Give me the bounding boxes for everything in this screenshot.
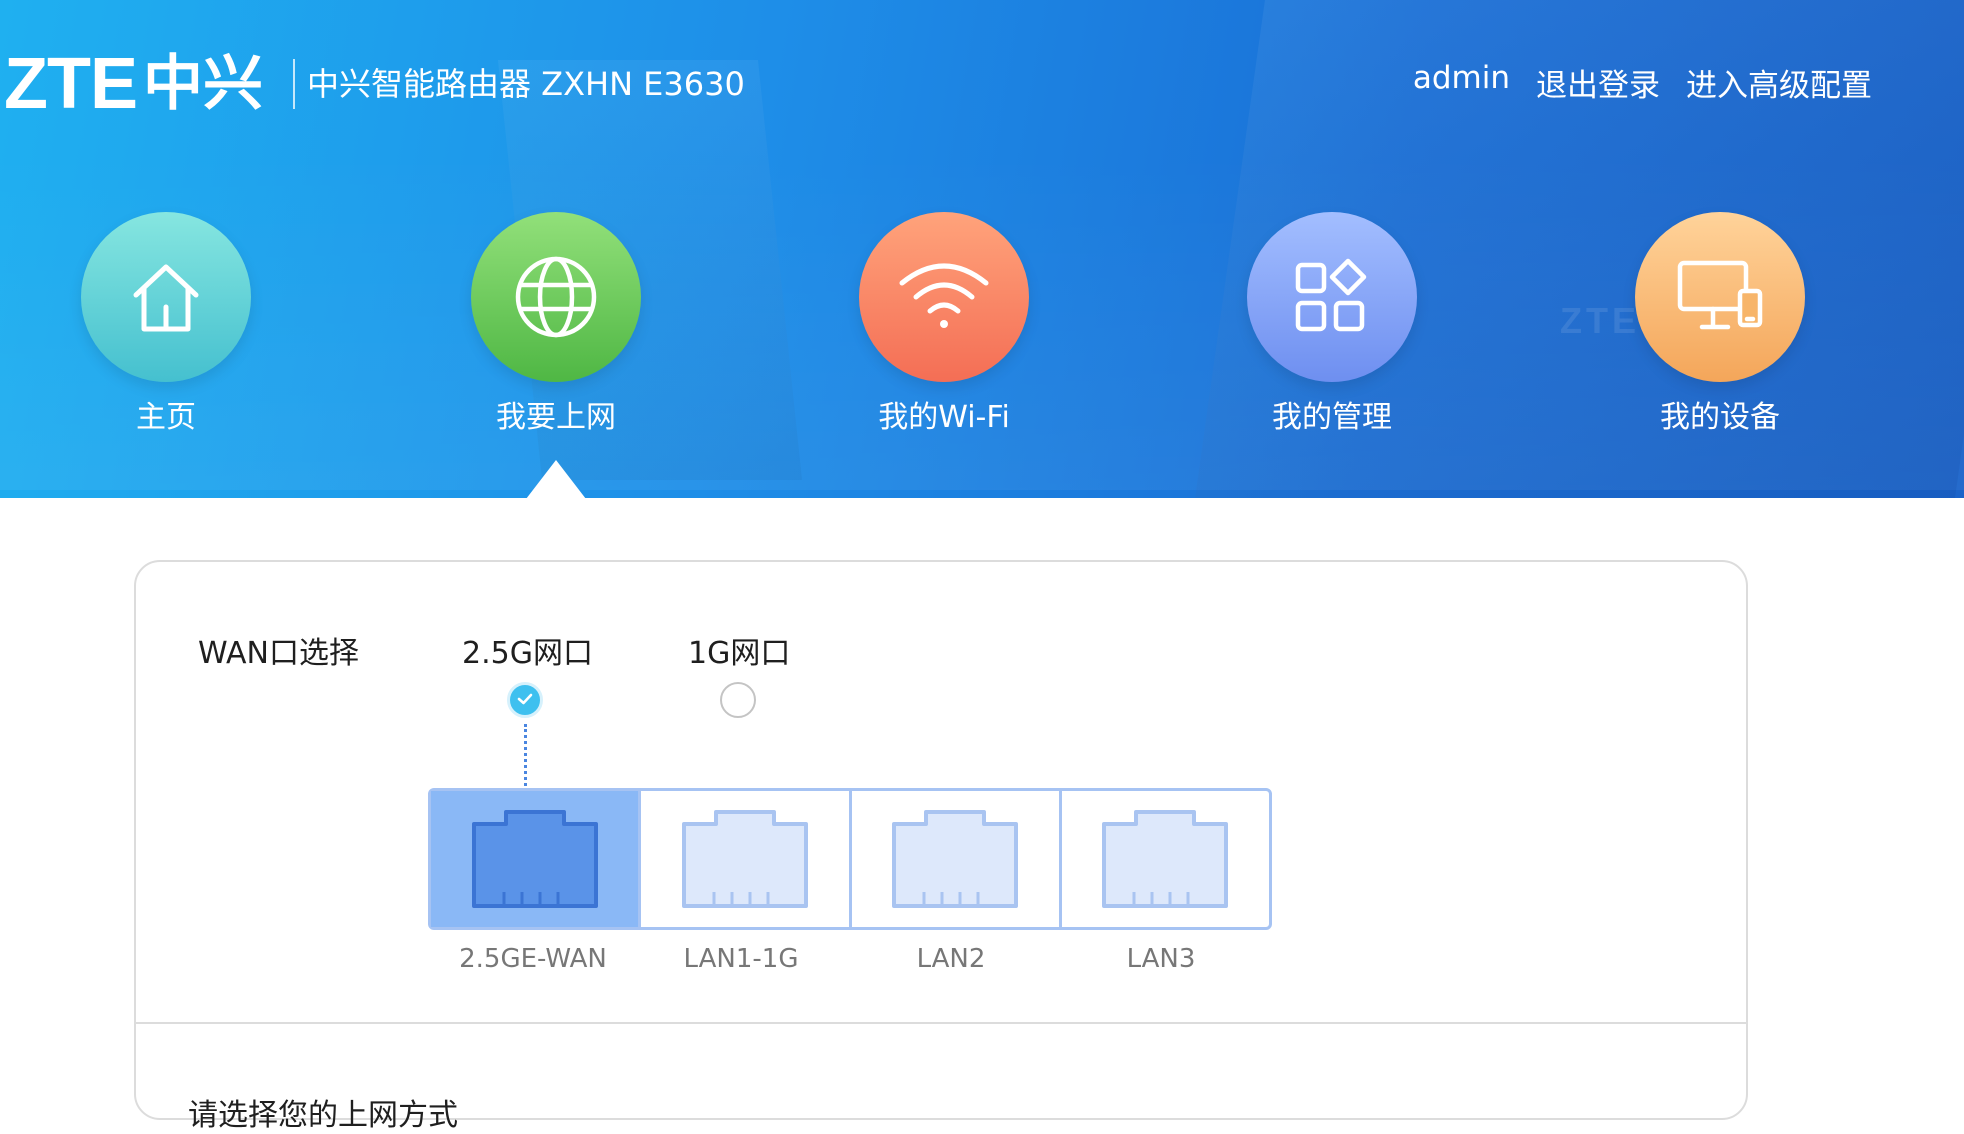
port-lan3[interactable] [1058,791,1269,927]
wan-1g-radio[interactable] [720,682,756,718]
port-label: LAN2 [916,944,986,974]
port-label: LAN3 [1126,944,1196,974]
menu-label: 我要上网 [496,400,616,435]
user-link[interactable]: admin [1413,60,1510,105]
port-label: 2.5GE-WAN [459,944,607,974]
wan-2-5g-radio[interactable] [507,682,543,718]
wan-config-card: WAN口选择 2.5G网口 1G网口 2.5GE-WAN LAN1-1G LAN… [134,560,1748,1133]
wan-port-label: WAN口选择 [198,636,359,671]
port-panel [428,788,1272,930]
wan-option-label: 1G网口 [688,636,791,671]
brand: ZTE 中兴 中兴智能路由器 ZXHN E3630 [4,44,745,124]
product-name: 中兴智能路由器 ZXHN E3630 [306,65,745,103]
menu-item-home[interactable]: 主页 [56,212,276,440]
port-connector-line [524,724,527,786]
ethernet-port-icon [1102,810,1229,908]
connection-method-prompt: 请选择您的上网方式 [188,1098,458,1133]
brand-divider [292,59,295,109]
advanced-config-link[interactable]: 进入高级配置 [1686,60,1872,105]
top-nav: admin 退出登录 进入高级配置 [1413,60,1872,105]
port-lan2[interactable] [848,791,1059,927]
zte-logo-cn: 中兴 [142,49,263,119]
apps-icon [1247,212,1417,382]
port-2-5ge-wan[interactable] [431,791,639,927]
menu-item-manage[interactable]: 我的管理 [1222,212,1442,440]
ethernet-port-icon [681,810,808,908]
port-lan1-1g[interactable] [638,791,848,927]
globe-icon [471,212,641,382]
section-divider [136,1022,1746,1024]
menu-label: 主页 [136,400,196,435]
check-icon [517,693,533,705]
menu-label: 我的Wi-Fi [878,400,1010,435]
port-label: LAN1-1G [683,944,799,974]
menu-label: 我的设备 [1660,400,1780,435]
menu-item-wifi[interactable]: 我的Wi-Fi [834,212,1054,440]
wan-option-label: 2.5G网口 [462,636,593,671]
logout-link[interactable]: 退出登录 [1536,60,1660,105]
home-icon [81,212,251,382]
header-banner: ZTE ZTE 中兴 中兴智能路由器 ZXHN E3630 admin 退出登录… [0,0,1964,498]
ethernet-port-icon [892,810,1019,908]
ethernet-port-icon [471,810,598,908]
menu-label: 我的管理 [1272,400,1392,435]
wifi-icon [859,212,1029,382]
menu-item-devices[interactable]: 我的设备 [1610,212,1830,440]
menu-item-internet[interactable]: 我要上网 [446,212,666,440]
zte-logo: ZTE [4,44,138,124]
active-menu-indicator [526,460,586,498]
devices-icon [1635,212,1805,382]
